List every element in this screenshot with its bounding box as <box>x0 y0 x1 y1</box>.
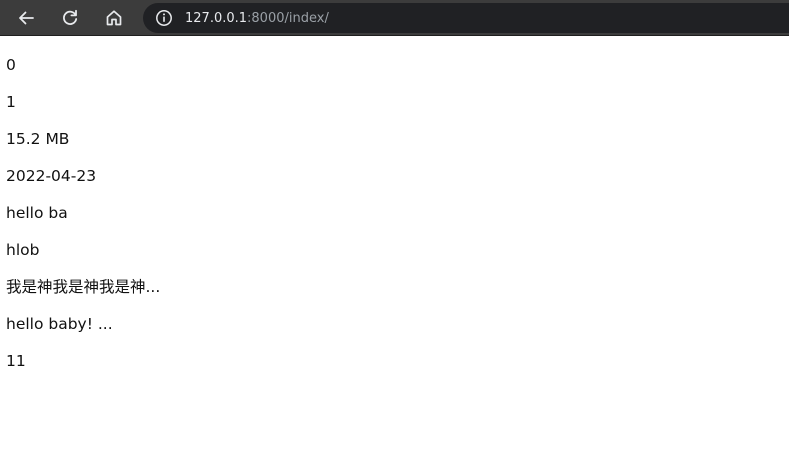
back-arrow-icon <box>19 11 34 25</box>
url-text[interactable]: 127.0.0.1:8000/index/ <box>185 11 329 26</box>
output-line: hlob <box>6 241 40 259</box>
url-host: 127.0.0.1 <box>185 10 248 26</box>
output-line: hello ba <box>6 204 68 222</box>
output-line: 2022-04-23 <box>6 167 97 185</box>
url-path: :8000/index/ <box>247 10 329 26</box>
browser-toolbar: 127.0.0.1:8000/index/ <box>0 0 789 36</box>
page-content: 0 1 15.2 MB 2022-04-23 hello ba hlob 我是神… <box>0 36 789 370</box>
home-button[interactable] <box>101 5 127 31</box>
info-icon[interactable] <box>155 9 173 27</box>
output-line: 0 <box>6 56 16 74</box>
output-line: 15.2 MB <box>6 130 70 148</box>
back-button[interactable] <box>13 5 39 31</box>
address-bar[interactable]: 127.0.0.1:8000/index/ <box>143 3 789 33</box>
reload-button[interactable] <box>57 5 83 31</box>
output-line: 11 <box>6 352 26 370</box>
output-line: hello baby! ... <box>6 315 113 333</box>
home-icon <box>106 10 122 26</box>
output-line: 1 <box>6 93 16 111</box>
reload-icon <box>63 9 78 25</box>
output-line: 我是神我是神我是神... <box>6 278 161 296</box>
